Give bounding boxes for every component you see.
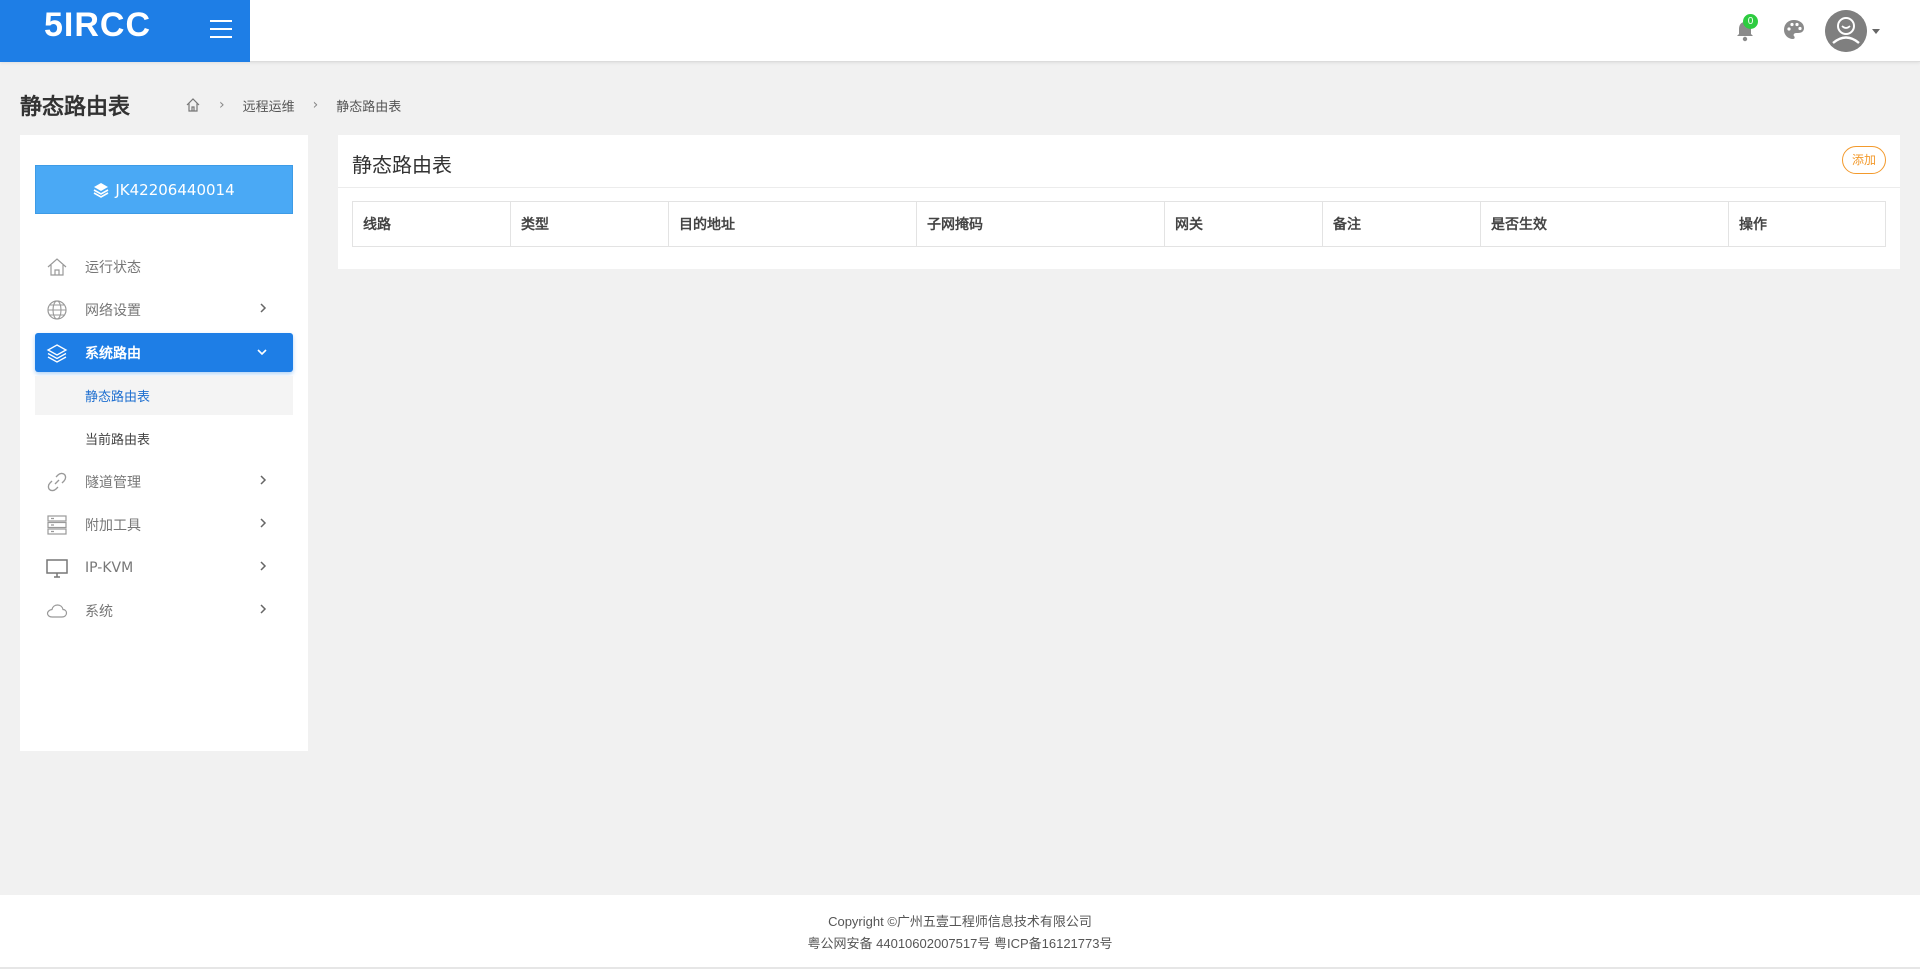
sidebar-subitem-label: 静态路由表: [85, 390, 151, 405]
card-title: 静态路由表: [352, 153, 452, 177]
sidebar-item-label: 隧道管理: [85, 474, 141, 491]
column-header-actions[interactable]: 操作: [1729, 202, 1885, 246]
sidebar-item-label: 网络设置: [85, 302, 141, 319]
device-selector-button[interactable]: JK42206440014: [35, 165, 293, 214]
card-divider: [338, 187, 1900, 188]
sidebar-item-label: 附加工具: [85, 517, 141, 534]
chevron-down-icon: [257, 349, 267, 356]
column-header-line[interactable]: 线路: [353, 202, 511, 246]
home-icon: [47, 258, 67, 276]
breadcrumb-separator-icon: ›: [219, 97, 225, 113]
sidebar-item-system-route[interactable]: 系统路由: [35, 333, 293, 372]
sidebar-item-network[interactable]: 网络设置: [35, 290, 293, 329]
breadcrumb-separator-icon: ›: [312, 97, 319, 113]
column-header-gateway[interactable]: 网关: [1165, 202, 1323, 246]
sidebar-item-ip-kvm[interactable]: IP-KVM: [35, 548, 293, 587]
sidebar-item-label: 运行状态: [85, 259, 141, 276]
sidebar-item-label: 系统: [85, 603, 113, 620]
chevron-right-icon: [260, 475, 267, 485]
sidebar-menu: 运行状态 网络设置 系统路由 静态路由表 当前路由表 隧道管理 附加工具 IP-…: [35, 247, 293, 634]
page-title: 静态路由表: [20, 95, 131, 120]
notification-badge: 0: [1743, 14, 1758, 29]
column-header-subnet-mask[interactable]: 子网掩码: [917, 202, 1165, 246]
chevron-right-icon: [260, 561, 267, 571]
logo[interactable]: 5IRCC: [44, 6, 151, 45]
menu-toggle-icon[interactable]: [210, 20, 232, 40]
sidebar-subitem-static-route[interactable]: 静态路由表: [35, 376, 293, 415]
breadcrumb-item[interactable]: 远程运维: [243, 96, 295, 115]
add-button[interactable]: 添加: [1842, 146, 1886, 174]
bell-icon[interactable]: 0: [1735, 14, 1758, 42]
breadcrumb-item-current: 静态路由表: [336, 99, 402, 115]
device-id: JK42206440014: [115, 180, 235, 199]
top-bar: 5IRCC 0: [0, 0, 1920, 62]
cloud-icon: [46, 604, 68, 618]
server-icon: [47, 515, 67, 535]
globe-icon: [47, 300, 67, 320]
link-icon: [47, 472, 67, 492]
sidebar-item-status[interactable]: 运行状态: [35, 247, 293, 286]
column-header-enabled[interactable]: 是否生效: [1481, 202, 1729, 246]
monitor-icon: [46, 559, 68, 578]
user-menu-caret-icon[interactable]: [1872, 29, 1880, 34]
breadcrumb: › 远程运维 › 静态路由表: [185, 95, 401, 115]
column-header-remark[interactable]: 备注: [1323, 202, 1481, 246]
logo-area: 5IRCC: [0, 0, 250, 62]
chevron-right-icon: [260, 518, 267, 528]
palette-icon[interactable]: [1783, 19, 1805, 41]
sidebar-subitem-current-route[interactable]: 当前路由表: [35, 419, 293, 458]
footer: Copyright ©广州五壹工程师信息技术有限公司 粤公网安备 4401060…: [0, 895, 1920, 969]
chevron-right-icon: [260, 604, 267, 614]
sidebar-item-system[interactable]: 系统: [35, 591, 293, 630]
user-avatar[interactable]: [1825, 10, 1867, 52]
footer-copyright: Copyright ©广州五壹工程师信息技术有限公司: [828, 914, 1092, 929]
sidebar-item-tools[interactable]: 附加工具: [35, 505, 293, 544]
static-route-card: 静态路由表 添加 线路 类型 目的地址 子网掩码 网关 备注 是否生效 操作: [338, 135, 1900, 269]
layers-icon: [46, 344, 68, 363]
column-header-destination[interactable]: 目的地址: [669, 202, 917, 246]
footer-icp[interactable]: 粤公网安备 44010602007517号 粤ICP备16121773号: [0, 933, 1920, 952]
sidebar: JK42206440014 运行状态 网络设置 系统路由 静态路由表 当前路由表…: [20, 135, 308, 751]
route-table-header: 线路 类型 目的地址 子网掩码 网关 备注 是否生效 操作: [352, 201, 1886, 247]
sidebar-subitem-label: 当前路由表: [85, 433, 151, 448]
breadcrumb-home-icon[interactable]: [185, 97, 201, 113]
column-header-type[interactable]: 类型: [511, 202, 669, 246]
sidebar-item-tunnel[interactable]: 隧道管理: [35, 462, 293, 501]
sidebar-item-label: 系统路由: [85, 345, 141, 362]
layers-icon: [93, 182, 109, 198]
sidebar-item-label: IP-KVM: [85, 559, 134, 576]
chevron-right-icon: [260, 303, 267, 313]
